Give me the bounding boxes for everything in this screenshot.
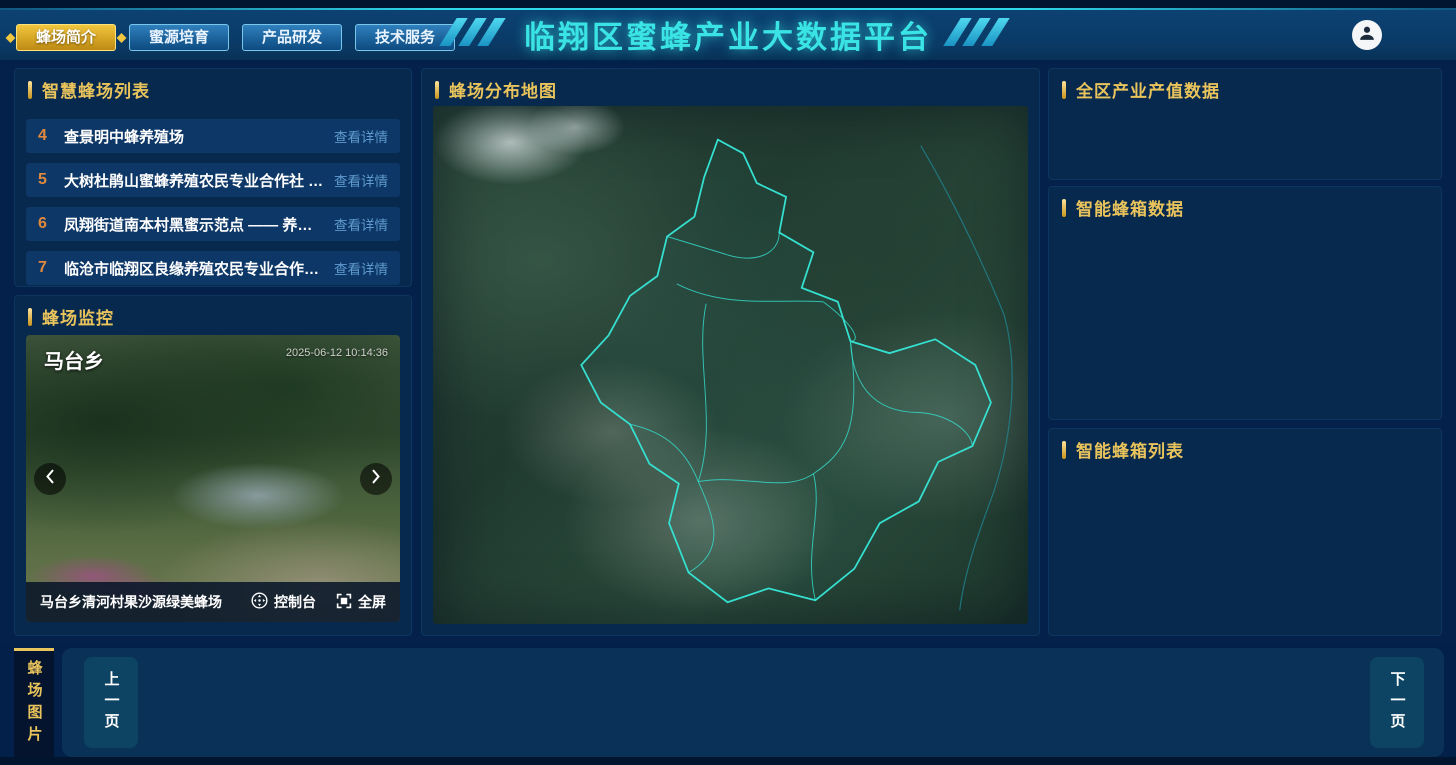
- farm-index: 6: [38, 215, 64, 233]
- farm-name: 临沧市临翔区良缘养殖农民专业合作…: [64, 258, 326, 279]
- farm-index: 4: [38, 127, 64, 145]
- smart-farm-list-title: 智慧蜂场列表: [14, 68, 412, 109]
- chevron-left-icon: [45, 469, 55, 489]
- dashboard: 蜂场简介蜜源培育产品研发技术服务 临翔区蜜蜂产业大数据平台 智慧蜂场列表 4查景…: [0, 0, 1456, 765]
- gallery-label: 蜂场图片: [14, 648, 54, 757]
- nav-tabs: 蜂场简介蜜源培育产品研发技术服务: [16, 24, 455, 51]
- fullscreen-icon: [336, 593, 352, 612]
- farm-list-item: 7临沧市临翔区良缘养殖农民专业合作… 查看详情: [26, 251, 400, 285]
- video-caption: 马台乡清河村果沙源绿美蜂场: [40, 592, 222, 612]
- page-title: 临翔区蜜蜂产业大数据平台: [524, 12, 932, 57]
- map-title: 蜂场分布地图: [421, 68, 1040, 109]
- decor-slashes-left: [448, 18, 497, 46]
- chart-legend: [1048, 233, 1442, 243]
- bottom-edge: [0, 757, 1456, 765]
- farm-monitor-panel: 蜂场监控 马台乡 2025-06-12 10:14:36 马台乡清河村果沙源绿美…: [14, 295, 412, 636]
- hive-table-panel: 智能蜂箱列表: [1048, 428, 1442, 636]
- tab-3[interactable]: 产品研发: [242, 24, 342, 51]
- smart-farm-list: 4查景明中蜂养殖场查看详情5大树杜鹃山蜜蜂养殖农民专业合作社 …查看详情6凤翔街…: [14, 119, 412, 285]
- video-caption-bar: 马台乡清河村果沙源绿美蜂场 控制台 全屏: [26, 582, 400, 622]
- decor-slashes-right: [952, 18, 1001, 46]
- hive-data-panel: 智能蜂箱数据: [1048, 186, 1442, 420]
- gallery-strip: 蜂场图片 上一页 下一页: [0, 644, 1456, 757]
- header-decor-line: [0, 8, 1456, 10]
- hive-table: [1048, 469, 1442, 471]
- industry-stats-title: 全区产业产值数据: [1048, 68, 1442, 109]
- map-panel: 蜂场分布地图: [421, 68, 1040, 636]
- chevron-right-icon: [371, 469, 381, 489]
- view-detail-link[interactable]: 查看详情: [334, 258, 388, 278]
- hive-data-title: 智能蜂箱数据: [1048, 186, 1442, 227]
- industry-stats: [1048, 109, 1442, 115]
- tab-4[interactable]: 技术服务: [355, 24, 455, 51]
- farm-list-item: 6凤翔街道南本村黑蜜示范点 —— 养… 查看详情: [26, 207, 400, 241]
- gallery-prev-button[interactable]: 上一页: [84, 657, 138, 748]
- hive-line-chart: [1048, 243, 1442, 370]
- farm-name: 查景明中蜂养殖场: [64, 126, 326, 147]
- user-button[interactable]: [1352, 20, 1382, 50]
- gallery-container: 上一页 下一页: [62, 648, 1444, 757]
- fullscreen-button[interactable]: 全屏: [336, 592, 386, 612]
- farm-index: 7: [38, 259, 64, 277]
- dpad-icon: [251, 592, 268, 612]
- farm-index: 5: [38, 171, 64, 189]
- distribution-map[interactable]: [433, 106, 1028, 624]
- console-button[interactable]: 控制台: [251, 592, 316, 612]
- smart-farm-list-panel: 智慧蜂场列表 4查景明中蜂养殖场查看详情5大树杜鹃山蜜蜂养殖农民专业合作社 …查…: [14, 68, 412, 287]
- district-boundaries: [433, 106, 1028, 624]
- monitor-video-frame: 马台乡 2025-06-12 10:14:36 马台乡清河村果沙源绿美蜂场 控制…: [26, 335, 400, 622]
- industry-stats-panel: 全区产业产值数据: [1048, 68, 1442, 180]
- gallery-next-button[interactable]: 下一页: [1370, 657, 1424, 748]
- farm-monitor-title: 蜂场监控: [14, 295, 412, 336]
- farm-name: 大树杜鹃山蜜蜂养殖农民专业合作社 …: [64, 170, 326, 191]
- farm-list-item: 4查景明中蜂养殖场查看详情: [26, 119, 400, 153]
- user-icon: [1356, 22, 1378, 49]
- farm-name: 凤翔街道南本村黑蜜示范点 —— 养…: [64, 214, 326, 235]
- top-strip: [0, 0, 1456, 8]
- view-detail-link[interactable]: 查看详情: [334, 126, 388, 146]
- video-prev-button[interactable]: [34, 463, 66, 495]
- video-next-button[interactable]: [360, 463, 392, 495]
- view-detail-link[interactable]: 查看详情: [334, 170, 388, 190]
- tab-1[interactable]: 蜂场简介: [16, 24, 116, 51]
- farm-list-item: 5大树杜鹃山蜜蜂养殖农民专业合作社 … 查看详情: [26, 163, 400, 197]
- header: 蜂场简介蜜源培育产品研发技术服务 临翔区蜜蜂产业大数据平台: [0, 8, 1456, 60]
- tab-2[interactable]: 蜜源培育: [129, 24, 229, 51]
- video-timestamp: 2025-06-12 10:14:36: [286, 347, 388, 359]
- video-location-label: 马台乡: [44, 345, 104, 374]
- view-detail-link[interactable]: 查看详情: [334, 214, 388, 234]
- hive-table-title: 智能蜂箱列表: [1048, 428, 1442, 469]
